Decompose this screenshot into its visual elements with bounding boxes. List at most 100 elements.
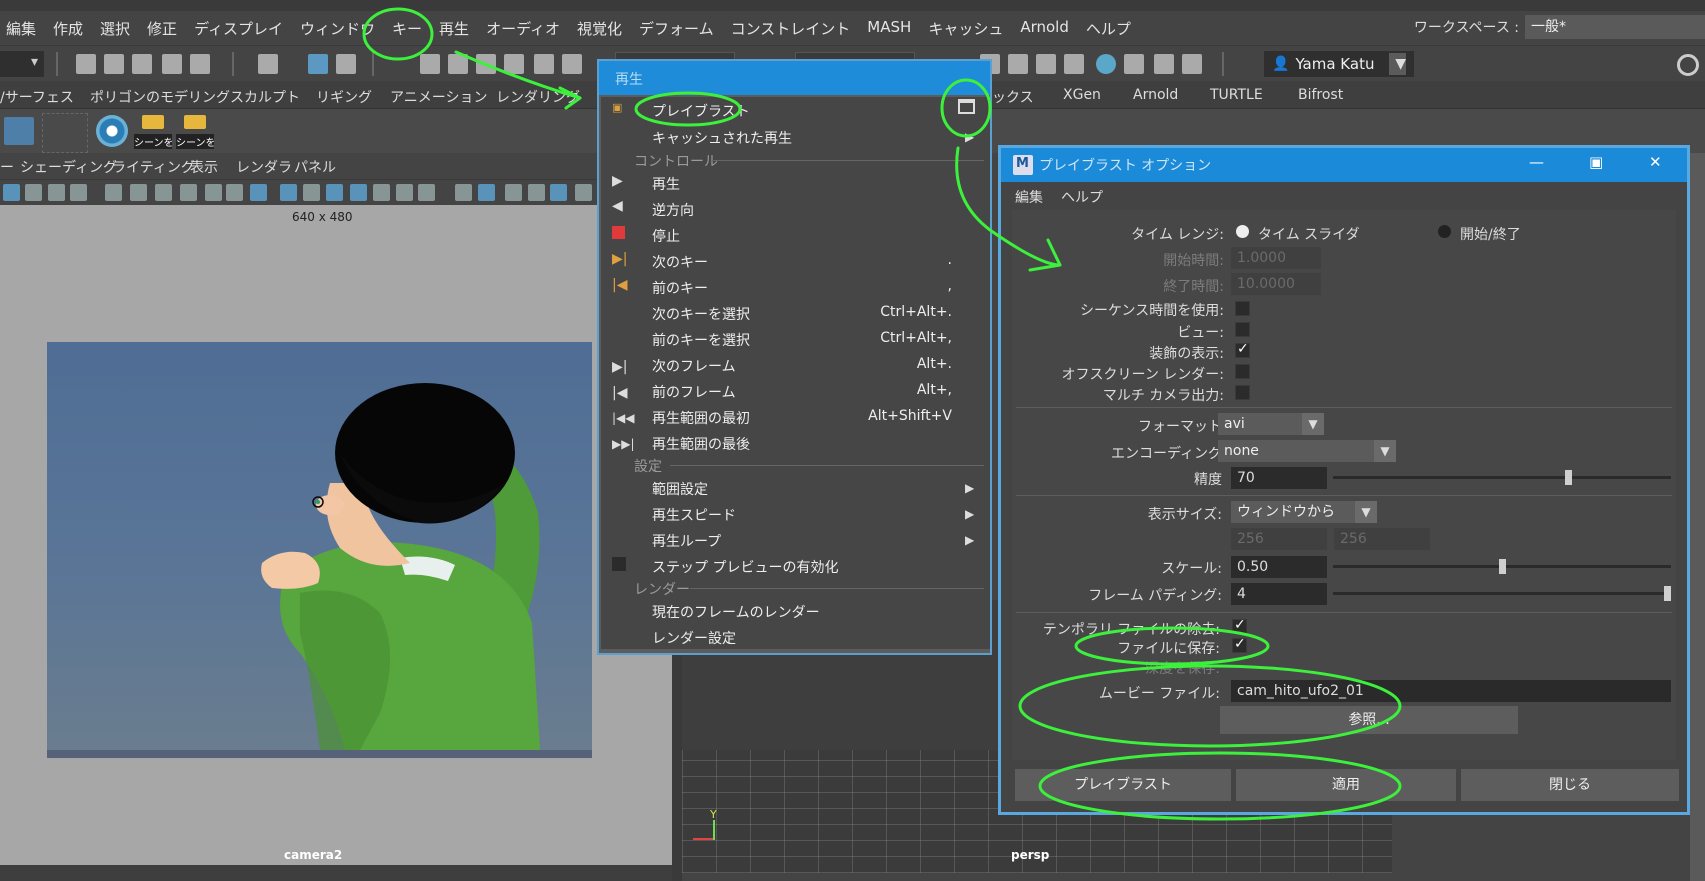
menu-item-stop[interactable]: 停止 — [652, 226, 680, 246]
tab-turtle[interactable]: TURTLE — [1210, 87, 1263, 103]
arnold-render-icon[interactable] — [1154, 54, 1174, 74]
close-icon[interactable]: ✕ — [1649, 153, 1662, 171]
menu-set-dropdown[interactable] — [0, 51, 44, 77]
menu-cache[interactable]: キャッシュ — [928, 18, 1003, 39]
pause-icon[interactable] — [1182, 54, 1202, 74]
menu-item-select-next-key[interactable]: 次のキーを選択 — [652, 304, 750, 324]
tab-sculpting[interactable]: スカルプト — [230, 87, 300, 107]
menu-item-playblast[interactable]: プレイブラスト — [652, 101, 750, 121]
render-settings-icon[interactable] — [1064, 54, 1084, 74]
select-hierarchy-icon[interactable] — [258, 54, 278, 74]
padding-slider-thumb[interactable] — [1664, 586, 1671, 601]
menu-help[interactable]: ヘルプ — [1086, 18, 1131, 39]
option-box-icon[interactable] — [958, 99, 975, 114]
menu-constrain[interactable]: コンストレイント — [731, 18, 851, 39]
snap-point-icon[interactable] — [476, 54, 496, 74]
tab-rendering[interactable]: レンダリング — [496, 87, 580, 107]
remove-temp-checkbox[interactable] — [1232, 617, 1247, 634]
select-object-icon[interactable] — [308, 54, 328, 74]
menu-item-next-frame[interactable]: 次のフレーム — [652, 356, 736, 376]
tab-bifrost[interactable]: Bifrost — [1298, 87, 1343, 103]
select-component-icon[interactable] — [336, 54, 356, 74]
menu-arnold[interactable]: Arnold — [1020, 18, 1069, 39]
movie-file-field[interactable]: cam_hito_ufo2_01 — [1231, 680, 1671, 702]
close-button[interactable]: 閉じる — [1461, 769, 1679, 801]
gear-icon[interactable] — [1677, 54, 1699, 76]
tab-surfaces[interactable]: /サーフェス — [0, 87, 74, 107]
new-scene-icon[interactable] — [76, 54, 96, 74]
menu-item-playback-speed[interactable]: 再生スピード — [652, 505, 736, 525]
time-slider-radio[interactable] — [1236, 225, 1249, 238]
menu-audio[interactable]: オーディオ — [486, 18, 560, 39]
playback-menu-titlebar[interactable]: 再生 — [599, 61, 990, 95]
tab-poly-modeling[interactable]: ポリゴンのモデリング — [90, 87, 230, 107]
offscreen-checkbox[interactable] — [1235, 364, 1250, 379]
encoding-dropdown[interactable]: none ▼ — [1218, 440, 1396, 462]
menu-select[interactable]: 選択 — [100, 18, 130, 39]
menu-item-prev-key[interactable]: 前のキー — [652, 278, 708, 298]
tab-arnold[interactable]: Arnold — [1133, 87, 1178, 103]
menu-visualize[interactable]: 視覚化 — [577, 18, 622, 39]
height-field[interactable]: 256 — [1334, 528, 1430, 550]
menu-item-cached-playback[interactable]: キャッシュされた再生 — [652, 128, 792, 148]
snap-curve-icon[interactable] — [448, 54, 468, 74]
menu-modify[interactable]: 修正 — [147, 18, 177, 39]
show-ornaments-checkbox[interactable] — [1235, 341, 1250, 358]
browse-button[interactable]: 参照... — [1220, 706, 1518, 734]
ipr-render-icon[interactable] — [1036, 54, 1056, 74]
save-scene-icon[interactable] — [132, 54, 152, 74]
menu-item-range-end[interactable]: 再生範囲の最後 — [652, 434, 750, 454]
menu-item-render-current-frame[interactable]: 現在のフレームのレンダー — [652, 602, 820, 622]
menu-item-render-settings[interactable]: レンダー設定 — [652, 628, 736, 648]
dialog-titlebar[interactable]: プレイブラスト オプション — ▣ ✕ — [1001, 148, 1687, 182]
shelf-sphere-icon[interactable] — [96, 115, 128, 147]
menu-item-range-start[interactable]: 再生範囲の最初 — [652, 408, 750, 428]
snap-view-icon[interactable] — [504, 54, 524, 74]
scale-slider-thumb[interactable] — [1498, 559, 1506, 574]
display-size-dropdown[interactable]: ウィンドウから ▼ — [1231, 501, 1377, 523]
menu-create[interactable]: 作成 — [53, 18, 83, 39]
menu-playback[interactable]: 再生 — [439, 18, 469, 39]
menu-deform[interactable]: デフォーム — [639, 18, 714, 39]
undo-icon[interactable] — [162, 54, 182, 74]
user-account-dropdown[interactable]: 👤 Yama Katu ▼ — [1264, 51, 1414, 77]
redo-icon[interactable] — [190, 54, 210, 74]
tab-animation[interactable]: アニメーション — [390, 87, 487, 107]
frame-padding-field[interactable]: 4 — [1231, 583, 1327, 605]
width-field[interactable]: 256 — [1231, 528, 1327, 550]
snap-grid-icon[interactable] — [420, 54, 440, 74]
viewport-camera2[interactable]: ー シェーディング ライティング 表示 レンダラ パネル 640 x 480 c… — [0, 153, 675, 881]
menu-windows[interactable]: ウィンドウ — [300, 18, 375, 39]
tab-rigging[interactable]: リギング — [316, 87, 372, 107]
menu-item-play[interactable]: 再生 — [652, 174, 680, 194]
shelf-scene-button[interactable]: シーンを — [176, 113, 214, 153]
save-to-file-checkbox[interactable] — [1232, 636, 1247, 653]
maximize-icon[interactable]: ▣ — [1589, 153, 1603, 171]
quality-field[interactable]: 70 — [1231, 467, 1327, 489]
menu-item-playback-loop[interactable]: 再生ループ — [652, 531, 721, 551]
padding-slider-track[interactable] — [1333, 592, 1671, 595]
menu-key[interactable]: キー — [392, 18, 422, 39]
menu-item-reverse[interactable]: 逆方向 — [652, 200, 694, 220]
quality-slider-thumb[interactable] — [1564, 470, 1572, 485]
render-view-icon[interactable] — [1124, 54, 1144, 74]
apply-button[interactable]: 適用 — [1236, 769, 1456, 801]
step-preview-checkbox[interactable] — [612, 557, 626, 571]
shelf-scene-button[interactable]: シーンを — [134, 113, 172, 153]
menu-item-select-prev-key[interactable]: 前のキーを選択 — [652, 330, 750, 350]
scale-field[interactable]: 0.50 — [1231, 556, 1327, 578]
minimize-icon[interactable]: — — [1529, 153, 1544, 171]
menu-item-step-preview[interactable]: ステップ プレビューの有効化 — [652, 557, 838, 577]
snap-live-icon[interactable] — [562, 54, 582, 74]
use-sequence-time-checkbox[interactable] — [1235, 301, 1250, 316]
menu-item-next-key[interactable]: 次のキー — [652, 252, 708, 272]
tab-xgen[interactable]: XGen — [1063, 87, 1101, 103]
menu-item-range-settings[interactable]: 範囲設定 — [652, 479, 708, 499]
hypershade-icon[interactable] — [1096, 54, 1116, 74]
dialog-menu-help[interactable]: ヘルプ — [1061, 187, 1103, 207]
menu-edit[interactable]: 編集 — [6, 18, 36, 39]
start-time-field[interactable]: 1.0000 — [1231, 247, 1321, 269]
tab-fx[interactable]: ックス — [992, 87, 1034, 107]
snap-surface-icon[interactable] — [534, 54, 554, 74]
shelf-grid-icon[interactable] — [4, 117, 34, 145]
